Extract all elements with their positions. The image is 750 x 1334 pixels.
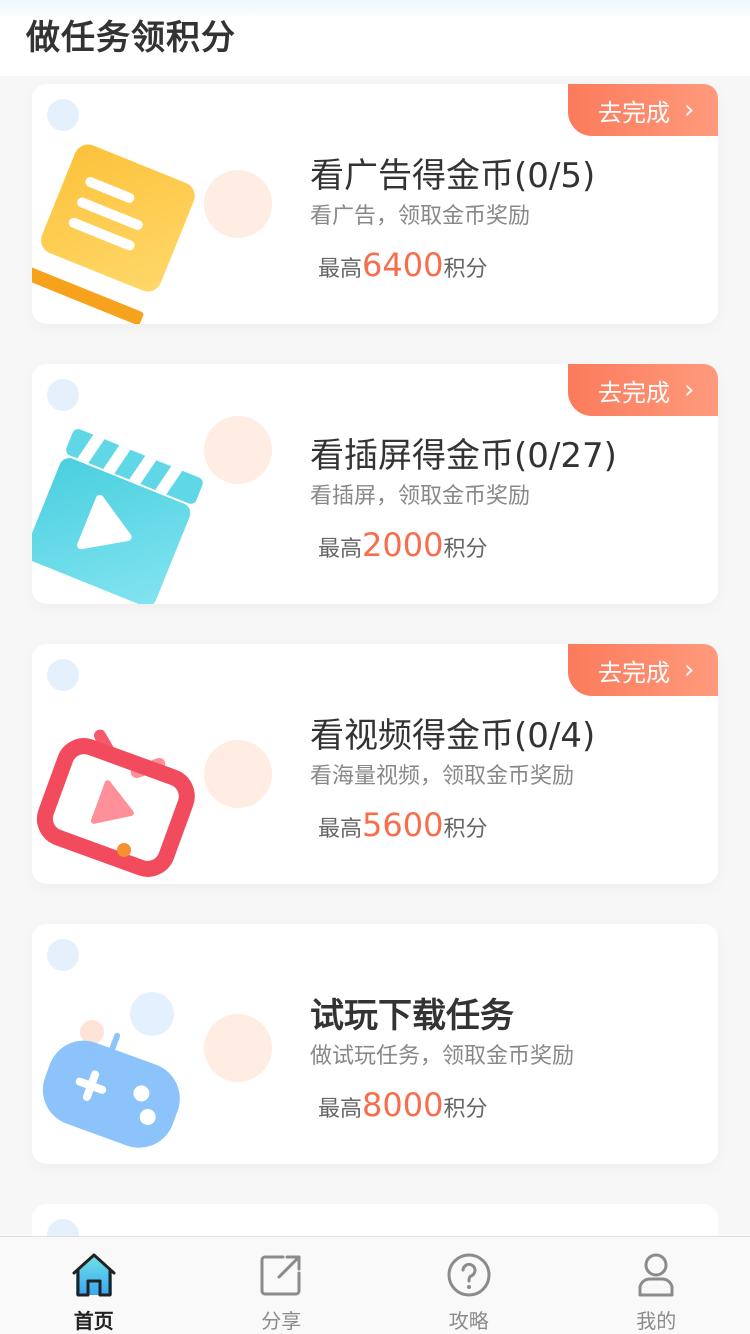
points-suffix: 积分 [443, 257, 488, 282]
task-title: 看插屏得金币(0/27) [310, 436, 617, 476]
complete-button[interactable]: 去完成 › [568, 364, 718, 416]
chevron-right-icon: › [684, 95, 695, 125]
points-prefix: 最高 [318, 537, 363, 562]
complete-button-label: 去完成 [598, 98, 670, 127]
tab-mine-label: 我的 [636, 1309, 677, 1333]
complete-button[interactable]: 去完成 › [568, 84, 718, 136]
complete-button-label: 去完成 [598, 658, 670, 687]
chevron-right-icon: › [684, 655, 695, 685]
points-value: 5600 [362, 806, 444, 844]
points-prefix: 最高 [318, 817, 363, 842]
tab-home[interactable]: 首页 [0, 1237, 188, 1334]
points-suffix: 积分 [443, 817, 488, 842]
points-prefix: 最高 [318, 257, 363, 282]
page-title: 做任务领积分 [26, 18, 236, 58]
task-title: 看视频得金币(0/4) [310, 716, 596, 756]
task-desc: 看插屏，领取金币奖励 [310, 484, 531, 509]
tab-share[interactable]: 分享 [188, 1237, 376, 1334]
task-title: 试玩下载任务 [310, 996, 514, 1036]
task-points: 最高6400积分 [318, 246, 487, 284]
tab-mine[interactable]: 我的 [563, 1237, 750, 1334]
tab-guide-label: 攻略 [448, 1309, 489, 1333]
points-suffix: 积分 [443, 537, 488, 562]
user-icon [638, 1253, 674, 1297]
clapperboard-icon [32, 429, 203, 604]
document-icon [32, 144, 195, 324]
complete-button[interactable]: 去完成 › [568, 644, 718, 696]
task-card-trial[interactable]: 试玩下载任务 做试玩任务，领取金币奖励 最高8000积分 [32, 924, 718, 1164]
points-prefix: 最高 [318, 1097, 363, 1122]
points-value: 2000 [362, 526, 444, 564]
tv-icon [36, 729, 195, 877]
task-card-video[interactable]: 去完成 › 看视频得金币(0/4) 看海量视频，领取金币奖励 最高5600积分 [32, 644, 718, 884]
task-desc: 看海量视频，领取金币奖励 [310, 764, 575, 789]
task-desc: 做试玩任务，领取金币奖励 [310, 1044, 575, 1069]
task-desc: 看广告，领取金币奖励 [310, 204, 531, 229]
home-icon [72, 1253, 116, 1297]
share-icon [260, 1255, 301, 1296]
points-suffix: 积分 [443, 1097, 488, 1122]
task-card-ads[interactable]: 去完成 › 看广告得金币(0/5) 看广告，领取金币奖励 最高6400积分 [32, 84, 718, 324]
task-title: 看广告得金币(0/5) [310, 156, 596, 196]
task-points: 最高2000积分 [318, 526, 487, 564]
tab-home-label: 首页 [73, 1309, 114, 1333]
task-points: 最高8000积分 [318, 1086, 487, 1124]
tab-bar: 首页 分享 攻略 我的 [0, 1236, 750, 1334]
chevron-right-icon: › [684, 375, 695, 405]
gamepad-icon [42, 992, 180, 1148]
points-value: 6400 [362, 246, 444, 284]
points-value: 8000 [362, 1086, 444, 1124]
task-points: 最高5600积分 [318, 806, 487, 844]
tab-guide[interactable]: 攻略 [375, 1237, 563, 1334]
header: 做任务领积分 [0, 0, 750, 76]
task-card-interstitial[interactable]: 去完成 › 看插屏得金币(0/27) 看插屏，领取金币奖励 最高2000积分 [32, 364, 718, 604]
help-icon [447, 1253, 491, 1297]
tab-share-label: 分享 [261, 1309, 302, 1333]
complete-button-label: 去完成 [598, 378, 670, 407]
